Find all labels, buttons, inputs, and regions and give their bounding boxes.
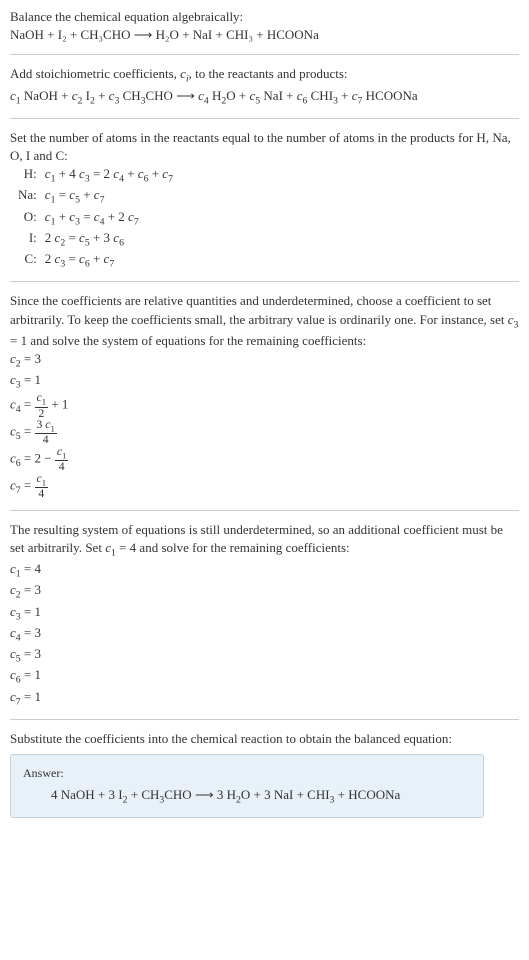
step2-section: Add stoichiometric coefficients, ci, to … xyxy=(10,65,519,107)
coeff-c5: c5 = 3 c14 xyxy=(10,419,519,446)
balance-row-i: I: 2 c2 = c5 + 3 c6 xyxy=(18,229,173,250)
balance-eq: c1 + c3 = c4 + 2 c7 xyxy=(45,208,173,229)
balance-label: Na: xyxy=(18,186,45,207)
step4-section: Since the coefficients are relative quan… xyxy=(10,292,519,499)
step3-text: Set the number of atoms in the reactants… xyxy=(10,129,519,165)
step4-text: Since the coefficients are relative quan… xyxy=(10,292,519,350)
step5-text: The resulting system of equations is sti… xyxy=(10,521,519,560)
final-section: Substitute the coefficients into the che… xyxy=(10,730,519,818)
step3-section: Set the number of atoms in the reactants… xyxy=(10,129,519,272)
answer-equation: 4 NaOH + 3 I2 + CH3CHO ⟶ 3 H2O + 3 NaI +… xyxy=(23,786,471,807)
divider xyxy=(10,281,519,282)
intro-reaction: NaOH + I₂ + CH₃CHO ⟶ H₂O + NaI + CHI₃ + … xyxy=(10,26,519,44)
document-container: Balance the chemical equation algebraica… xyxy=(0,0,529,832)
final-text: Substitute the coefficients into the che… xyxy=(10,730,519,748)
step5-section: The resulting system of equations is sti… xyxy=(10,521,519,709)
balance-eq: 2 c2 = c5 + 3 c6 xyxy=(45,229,173,250)
balance-eq: c1 + 4 c3 = 2 c4 + c6 + c7 xyxy=(45,165,173,186)
balance-row-na: Na: c1 = c5 + c7 xyxy=(18,186,173,207)
balance-label: C: xyxy=(18,250,45,271)
balance-eq: c1 = c5 + c7 xyxy=(45,186,173,207)
coeff-c5: c5 = 3 xyxy=(10,645,519,666)
balance-label: H: xyxy=(18,165,45,186)
step4-coefficients: c2 = 3 c3 = 1 c4 = c12 + 1 c5 = 3 c14 c6… xyxy=(10,350,519,500)
coeff-c7: c7 = 1 xyxy=(10,688,519,709)
divider xyxy=(10,118,519,119)
coeff-c2: c2 = 3 xyxy=(10,581,519,602)
step2-text: Add stoichiometric coefficients, ci, to … xyxy=(10,65,519,86)
balance-eq: 2 c3 = c6 + c7 xyxy=(45,250,173,271)
coeff-c6: c6 = 1 xyxy=(10,666,519,687)
divider xyxy=(10,719,519,720)
coeff-c3: c3 = 1 xyxy=(10,603,519,624)
intro-text: Balance the chemical equation algebraica… xyxy=(10,8,519,26)
balance-row-o: O: c1 + c3 = c4 + 2 c7 xyxy=(18,208,173,229)
coeff-c1: c1 = 4 xyxy=(10,560,519,581)
atom-balance-table: H: c1 + 4 c3 = 2 c4 + c6 + c7 Na: c1 = c… xyxy=(18,165,173,271)
answer-box: Answer: 4 NaOH + 3 I2 + CH3CHO ⟶ 3 H2O +… xyxy=(10,754,484,818)
coeff-c3: c3 = 1 xyxy=(10,371,519,392)
intro-section: Balance the chemical equation algebraica… xyxy=(10,8,519,44)
balance-row-c: C: 2 c3 = c6 + c7 xyxy=(18,250,173,271)
coeff-c2: c2 = 3 xyxy=(10,350,519,371)
step2-reaction: c1 NaOH + c2 I2 + c3 CH3CHO ⟶ c4 H2O + c… xyxy=(10,87,519,108)
answer-label: Answer: xyxy=(23,765,471,782)
coeff-c6: c6 = 2 − c14 xyxy=(10,446,519,473)
balance-row-h: H: c1 + 4 c3 = 2 c4 + c6 + c7 xyxy=(18,165,173,186)
divider xyxy=(10,510,519,511)
divider xyxy=(10,54,519,55)
balance-label: I: xyxy=(18,229,45,250)
balance-label: O: xyxy=(18,208,45,229)
coeff-c7: c7 = c14 xyxy=(10,473,519,500)
coeff-c4: c4 = 3 xyxy=(10,624,519,645)
step5-coefficients: c1 = 4 c2 = 3 c3 = 1 c4 = 3 c5 = 3 c6 = … xyxy=(10,560,519,709)
coeff-c4: c4 = c12 + 1 xyxy=(10,392,519,419)
